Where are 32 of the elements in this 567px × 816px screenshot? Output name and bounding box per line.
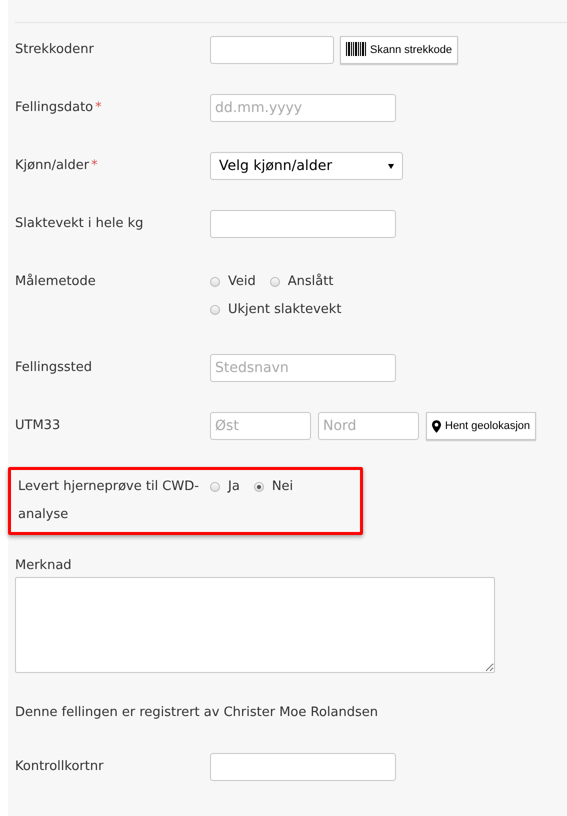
field-label: Levert hjerneprøve til CWD-analyse (18, 479, 199, 522)
required-mark: * (95, 100, 102, 115)
input-field[interactable]: Nord (318, 412, 419, 440)
map-pin-icon (432, 420, 441, 432)
input-field[interactable] (210, 36, 334, 64)
input-field[interactable] (210, 210, 396, 238)
field-label: Fellingsdato (15, 100, 94, 115)
caret-icon (388, 164, 394, 168)
field-label: Kontrollkortnr (15, 759, 104, 774)
field-label: Kjønn/alder (15, 158, 90, 173)
field-label: Fellingssted (15, 360, 92, 375)
info-text: Denne fellingen er registrert av Christer Moe Rolandsen (15, 704, 379, 722)
field-label: Merknad (15, 558, 72, 573)
action-button[interactable]: Hent geolokasjon (426, 412, 536, 440)
field-label: UTM33 (15, 418, 60, 433)
input-field[interactable] (210, 753, 396, 781)
field-label: Målemetode (15, 274, 96, 289)
input-field[interactable]: Øst (210, 412, 311, 440)
action-button[interactable]: Skann strekkode (340, 36, 458, 64)
radio-option[interactable]: Nei (254, 473, 294, 501)
text-area[interactable] (15, 577, 495, 673)
radio-option[interactable]: Ukjent slaktevekt (210, 296, 342, 324)
input-field[interactable]: dd.mm.yyyy (210, 94, 396, 122)
radio-option[interactable]: Ja (210, 473, 240, 501)
required-mark: * (91, 158, 98, 173)
dropdown[interactable]: Velg kjønn/alder (210, 152, 403, 180)
radio-option[interactable]: Anslått (270, 268, 334, 296)
barcode-icon (346, 42, 366, 58)
radio-option[interactable]: Veid (210, 268, 256, 296)
input-field[interactable]: Stedsnavn (210, 354, 396, 382)
field-label: Slaktevekt i hele kg (15, 216, 144, 231)
field-label: Strekkodenr (15, 42, 94, 57)
